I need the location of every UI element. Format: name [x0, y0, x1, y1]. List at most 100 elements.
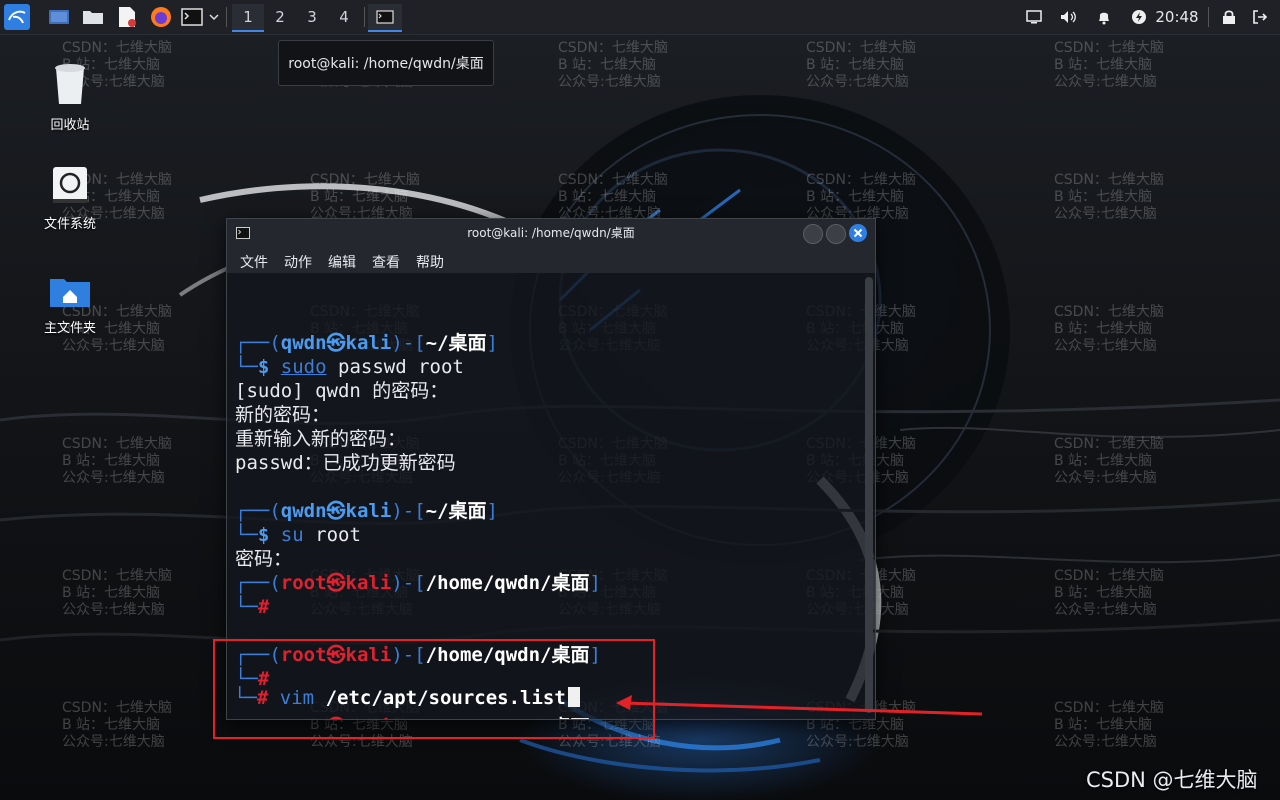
desktop-icon-filesystem[interactable]: 文件系统: [25, 165, 115, 232]
output-line: 密码：: [235, 548, 293, 570]
display-tray[interactable]: [1022, 4, 1046, 30]
terminal-icon: [376, 10, 394, 24]
watermark-line: B 站：七维大脑: [1054, 321, 1153, 337]
panel-separator: [364, 7, 365, 27]
desktop-icon-label: 主文件夹: [43, 321, 96, 336]
show-desktop-button[interactable]: [46, 4, 72, 30]
watermark-line: CSDN：七维大脑: [1054, 568, 1164, 584]
volume-icon: [1061, 11, 1076, 23]
watermark-line: CSDN：七维大脑: [1054, 436, 1164, 452]
workspace-label: 2: [275, 8, 285, 26]
launcher-dropdown[interactable]: [206, 4, 222, 30]
terminal-icon: [181, 8, 203, 26]
kali-menu-button[interactable]: [3, 4, 31, 30]
desktop-icon-trash[interactable]: 回收站: [25, 60, 115, 133]
desktop-icon: [49, 10, 69, 24]
workspace-1[interactable]: 1: [232, 4, 264, 32]
folder-icon: [83, 11, 103, 24]
output-line: [sudo] qwdn 的密码：: [235, 380, 449, 402]
volume-tray[interactable]: [1056, 4, 1080, 30]
watermark-line: B 站：七维大脑: [62, 717, 161, 733]
close-icon: [853, 228, 863, 238]
watermark-line: B 站：七维大脑: [62, 585, 161, 601]
watermark-line: CSDN：七维大脑: [1054, 40, 1164, 56]
menu-view[interactable]: 查看: [372, 252, 400, 272]
lock-icon: [1223, 10, 1235, 24]
watermark-line: B 站：七维大脑: [1054, 717, 1153, 733]
firefox-icon: [151, 7, 171, 27]
menu-edit[interactable]: 编辑: [328, 252, 356, 272]
watermark-line: CSDN：七维大脑: [62, 700, 172, 716]
trash-icon: [55, 64, 85, 104]
watermark-line: CSDN：七维大脑: [1054, 172, 1164, 188]
terminal-scrollbar[interactable]: [865, 277, 873, 713]
workspace-3[interactable]: 3: [296, 4, 328, 30]
top-panel: 1 2 3 4 20:48: [0, 0, 1280, 35]
workspace-label: 1: [243, 8, 253, 26]
terminal-titlebar[interactable]: root@kali: /home/qwdn/桌面: [227, 219, 875, 247]
watermark-line: CSDN：七维大脑: [1054, 700, 1164, 716]
menu-file[interactable]: 文件: [240, 252, 268, 272]
watermark-line: B 站：七维大脑: [1054, 57, 1153, 73]
output-line: 新的密码：: [235, 404, 331, 426]
watermark-text: CSDN：七维大脑B 站：七维大脑公众号:七维大脑: [558, 40, 668, 91]
menu-help[interactable]: 帮助: [416, 252, 444, 272]
clock-text: 20:48: [1155, 8, 1199, 26]
watermark-line: 公众号:七维大脑: [62, 602, 165, 618]
watermark-line: CSDN：七维大脑: [806, 40, 916, 56]
watermark-line: 公众号:七维大脑: [1054, 470, 1157, 486]
notifications-tray[interactable]: [1092, 4, 1116, 30]
firefox-launcher[interactable]: [148, 4, 174, 30]
lock-screen-button[interactable]: [1218, 4, 1240, 30]
watermark-line: CSDN：七维大脑: [558, 40, 668, 56]
taskbar-terminal-window[interactable]: [368, 4, 402, 32]
watermark-line: B 站：七维大脑: [1054, 585, 1153, 601]
workspace-4[interactable]: 4: [328, 4, 360, 30]
watermark-line: CSDN：七维大脑: [558, 172, 668, 188]
watermark-line: B 站：七维大脑: [558, 57, 657, 73]
panel-separator: [226, 7, 227, 27]
close-button[interactable]: [849, 224, 867, 242]
output-line: 重新输入新的密码：: [235, 428, 407, 450]
prompt-line: ┌──(qwdn㉿kali)-[~/桌面]: [235, 500, 498, 522]
watermark-text: CSDN：七维大脑B 站：七维大脑公众号:七维大脑: [1054, 568, 1164, 619]
watermark-text: CSDN：七维大脑B 站：七维大脑公众号:七维大脑: [1054, 700, 1164, 751]
logout-icon: [1253, 10, 1268, 24]
watermark-line: B 站：七维大脑: [62, 453, 161, 469]
clock[interactable]: 20:48: [1154, 4, 1200, 30]
kali-logo-icon: [4, 4, 30, 30]
minimize-button[interactable]: [803, 224, 823, 244]
drive-icon: [53, 167, 87, 203]
workspace-2[interactable]: 2: [264, 4, 296, 30]
watermark-line: 公众号:七维大脑: [1054, 338, 1157, 354]
watermark-line: CSDN：七维大脑: [62, 40, 172, 56]
watermark-line: CSDN：七维大脑: [310, 172, 420, 188]
watermark-text: CSDN：七维大脑B 站：七维大脑公众号:七维大脑: [806, 40, 916, 91]
watermark-text: CSDN：七维大脑B 站：七维大脑公众号:七维大脑: [62, 700, 172, 751]
watermark-text: CSDN：七维大脑B 站：七维大脑公众号:七维大脑: [1054, 436, 1164, 487]
watermark-line: 公众号:七维大脑: [62, 470, 165, 486]
prompt-line: ┌──(qwdn㉿kali)-[~/桌面]: [235, 332, 498, 354]
menu-actions[interactable]: 动作: [284, 252, 312, 272]
workspace-label: 4: [339, 8, 349, 26]
watermark-line: 公众号:七维大脑: [1054, 74, 1157, 90]
file-manager-launcher[interactable]: [80, 4, 106, 30]
power-tray[interactable]: [1128, 4, 1150, 30]
watermark-text: CSDN：七维大脑B 站：七维大脑公众号:七维大脑: [62, 568, 172, 619]
maximize-button[interactable]: [826, 224, 846, 244]
panel-separator: [1208, 7, 1209, 27]
watermark-line: 公众号:七维大脑: [62, 734, 165, 750]
output-line: passwd：已成功更新密码: [235, 452, 456, 474]
watermark-line: B 站：七维大脑: [1054, 189, 1153, 205]
watermark-text: CSDN：七维大脑B 站：七维大脑公众号:七维大脑: [1054, 172, 1164, 223]
desktop-icon-home[interactable]: 主文件夹: [25, 273, 115, 336]
workspace-label: 3: [307, 8, 317, 26]
terminal-launcher[interactable]: [180, 4, 204, 30]
logout-button[interactable]: [1248, 4, 1272, 30]
desktop-icon-label: 文件系统: [43, 217, 96, 232]
watermark-line: B 站：七维大脑: [558, 189, 657, 205]
prompt-line: ┌──(root㉿kali)-[/home/qwdn/桌面]: [235, 572, 601, 594]
watermark-line: CSDN：七维大脑: [62, 568, 172, 584]
power-manager-icon: [1132, 10, 1146, 24]
text-editor-launcher[interactable]: [114, 4, 140, 30]
